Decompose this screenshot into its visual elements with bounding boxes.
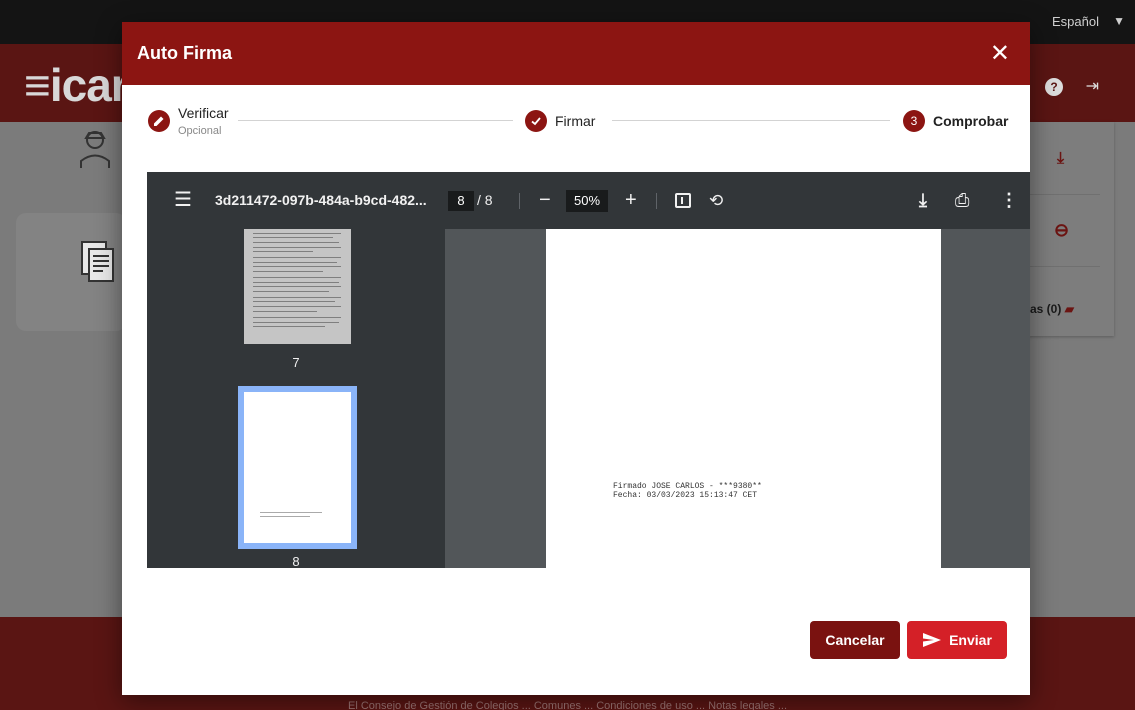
- footer-links: El Consejo de Gestión de Colegios ... Co…: [347, 700, 788, 710]
- user-avatar-icon: [80, 131, 110, 168]
- page-number-input[interactable]: 8: [448, 191, 474, 211]
- check-icon: [525, 110, 547, 132]
- step-connector: [612, 120, 890, 121]
- stepper: Verificar Opcional Firmar 3 Comprobar: [122, 85, 1030, 171]
- pdf-filename: 3d211472-097b-484a-b9cd-482...: [215, 192, 427, 208]
- page-thumbnail-selected[interactable]: [238, 386, 357, 549]
- page-thumbnail[interactable]: [244, 229, 351, 344]
- send-icon: [923, 633, 942, 647]
- autofirma-dialog: Auto Firma ✕ Verificar Opcional Firmar 3…: [122, 22, 1030, 695]
- toolbar-divider: [656, 193, 657, 209]
- zoom-in-icon[interactable]: +: [625, 172, 637, 229]
- documents-icon: [81, 241, 114, 282]
- zoom-out-icon[interactable]: −: [539, 172, 551, 229]
- send-button-label: Enviar: [949, 632, 992, 648]
- comment-icon: ▰: [1064, 302, 1074, 316]
- step-label: Firmar: [555, 113, 596, 129]
- signature-date: Fecha: 03/03/2023 15:13:47 CET: [613, 491, 758, 500]
- dialog-header: Auto Firma ✕: [122, 22, 1030, 85]
- page-total: / 8: [477, 192, 493, 208]
- logout-icon[interactable]: ⇥: [1086, 76, 1099, 96]
- fit-page-icon[interactable]: [675, 193, 691, 208]
- zoom-input[interactable]: 50%: [566, 190, 608, 212]
- thumbnail-page-number: 7: [292, 355, 300, 370]
- pdf-viewer: ☰ 3d211472-097b-484a-b9cd-482... 8 / 8 −…: [147, 172, 1030, 568]
- more-options-icon[interactable]: ⋮: [1000, 172, 1018, 229]
- download-icon[interactable]: ⤓: [1057, 150, 1064, 168]
- step-label: Comprobar: [933, 113, 1009, 129]
- download-icon[interactable]: ⤓: [919, 172, 927, 229]
- help-icon[interactable]: ?: [1045, 78, 1063, 96]
- step-number: 3: [903, 110, 925, 132]
- comments-badge[interactable]: as (0) ▰: [1030, 302, 1074, 316]
- print-icon[interactable]: ⎙: [955, 172, 969, 229]
- pdf-page: Firmado JOSE CARLOS - ***9380** Fecha: 0…: [546, 229, 941, 568]
- cancel-button[interactable]: Cancelar: [810, 621, 900, 659]
- pencil-icon: [148, 110, 170, 132]
- step-label: Verificar: [178, 105, 229, 121]
- close-icon[interactable]: ✕: [990, 41, 1010, 66]
- toolbar-divider: [519, 193, 520, 209]
- step-connector: [238, 120, 513, 121]
- send-button[interactable]: Enviar: [907, 621, 1007, 659]
- pdf-toolbar: ☰ 3d211472-097b-484a-b9cd-482... 8 / 8 −…: [147, 172, 1030, 229]
- step-sublabel: Opcional: [178, 125, 222, 137]
- language-selector[interactable]: Español: [1052, 0, 1099, 44]
- rotate-icon[interactable]: ⟲: [709, 172, 723, 229]
- app-logo: ≡icar: [24, 59, 129, 111]
- signature-stamp: Firmado JOSE CARLOS - ***9380** Fecha: 0…: [613, 482, 762, 500]
- dialog-title: Auto Firma: [137, 43, 233, 63]
- thumbnail-sidebar: 7 8: [147, 229, 445, 568]
- menu-icon[interactable]: ☰: [174, 172, 192, 229]
- chevron-down-icon[interactable]: ▼: [1113, 14, 1125, 28]
- signature-line: Firmado JOSE CARLOS - ***9380**: [613, 482, 762, 491]
- thumbnail-page-number: 8: [292, 554, 300, 568]
- stop-icon[interactable]: ⊖: [1054, 220, 1069, 241]
